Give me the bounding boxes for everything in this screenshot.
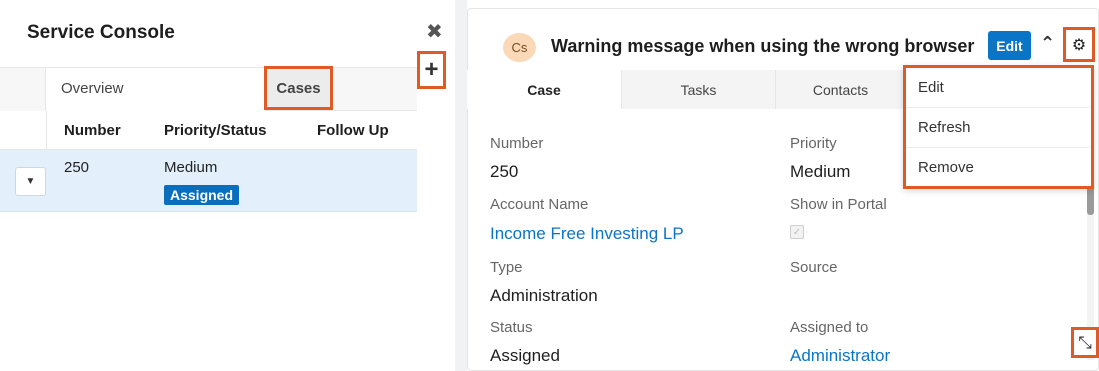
resize-icon[interactable]: ⤡ (1071, 327, 1099, 358)
status-badge: Assigned (164, 185, 240, 205)
tab-contacts[interactable]: Contacts (775, 70, 905, 109)
column-priority-status[interactable]: Priority/Status (164, 122, 267, 139)
close-icon[interactable]: ✖ (426, 22, 443, 42)
column-divider (46, 111, 47, 150)
column-follow-up[interactable]: Follow Up (317, 122, 389, 139)
service-console-pane: Service Console ✖ + Overview Cases Numbe… (0, 0, 455, 371)
console-tabs: Overview Cases (0, 66, 417, 111)
tab-cases[interactable]: Cases (264, 66, 333, 110)
gear-icon[interactable]: ⚙ (1063, 27, 1095, 62)
tab-overview[interactable]: Overview (46, 68, 266, 111)
record-title[interactable]: Warning message when using the wrong bro… (551, 36, 974, 57)
actions-dropdown: Edit Refresh Remove (903, 65, 1094, 189)
number-label: Number (490, 135, 544, 152)
table-row[interactable]: ▼ 250 Medium Assigned (0, 150, 417, 212)
type-label: Type (490, 259, 523, 276)
type-value: Administration (490, 286, 598, 305)
menu-item-refresh[interactable]: Refresh (906, 108, 1091, 148)
column-number[interactable]: Number (64, 122, 121, 139)
console-title: Service Console (27, 22, 175, 43)
priority-value: Medium (790, 162, 851, 181)
avatar: Cs (503, 33, 536, 62)
menu-item-remove[interactable]: Remove (906, 148, 1091, 188)
account-name-link[interactable]: Income Free Investing LP (490, 224, 684, 244)
assigned-to-label: Assigned to (790, 319, 869, 336)
show-in-portal-checkbox: ✓ (790, 225, 804, 239)
number-value: 250 (490, 162, 519, 181)
table-header: Number Priority/Status Follow Up (0, 111, 417, 150)
pane-divider (455, 0, 467, 371)
edit-button[interactable]: Edit (988, 31, 1031, 60)
case-number-cell: 250 (64, 159, 90, 176)
show-in-portal-label: Show in Portal (790, 196, 887, 213)
tab-case[interactable]: Case (467, 70, 621, 109)
record-dashlet (467, 8, 1099, 371)
chevron-down-icon[interactable]: ▼ (15, 167, 46, 196)
tab-tasks[interactable]: Tasks (621, 70, 775, 109)
status-value: Assigned (490, 346, 560, 365)
assigned-to-link[interactable]: Administrator (790, 346, 890, 366)
add-tab-button[interactable]: + (417, 51, 446, 89)
chevron-up-icon[interactable]: ⌃ (1040, 33, 1055, 54)
account-name-label: Account Name (490, 196, 589, 213)
status-label: Status (490, 319, 533, 336)
tab-gutter (0, 68, 46, 111)
priority-label: Priority (790, 135, 837, 152)
case-priority-cell: Medium (164, 159, 218, 176)
menu-item-edit[interactable]: Edit (906, 68, 1091, 108)
source-label: Source (790, 259, 838, 276)
